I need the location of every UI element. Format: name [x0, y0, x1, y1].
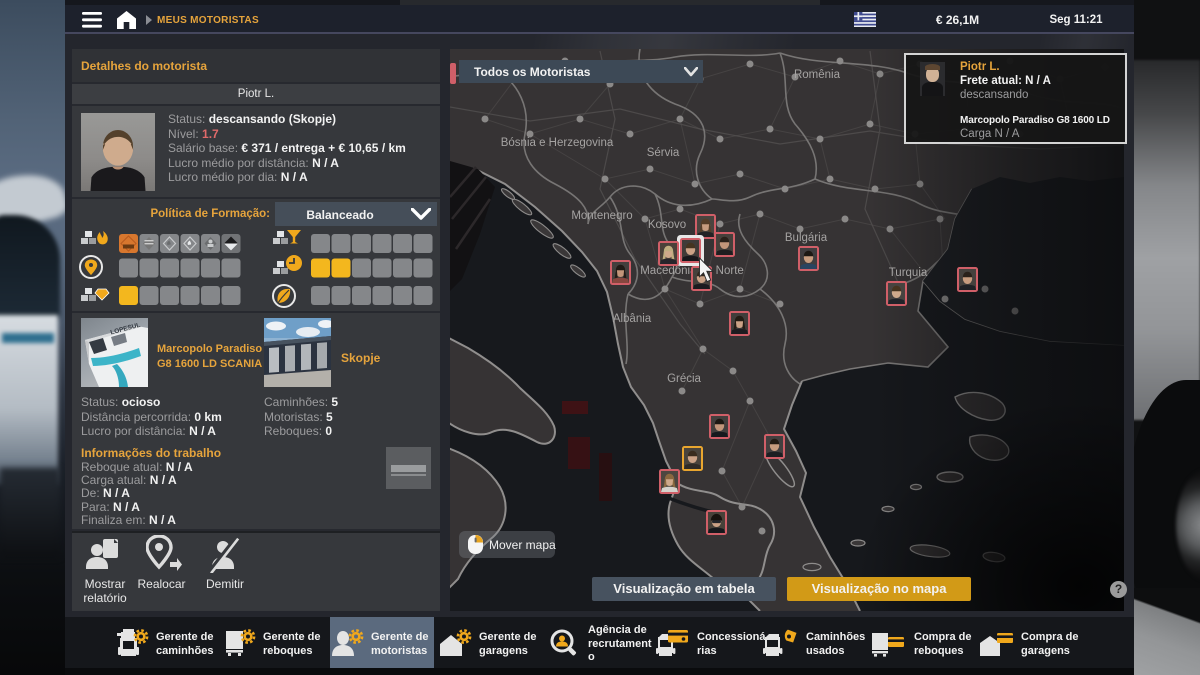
svg-text:Kosovo: Kosovo [648, 219, 686, 231]
svg-text:Montenegro: Montenegro [571, 210, 632, 222]
svg-text:Turquia: Turquia [889, 267, 928, 279]
svg-text:Sérvia: Sérvia [647, 147, 680, 159]
svg-text:Bósnia e Herzegovina: Bósnia e Herzegovina [501, 137, 614, 149]
svg-text:Bulgária: Bulgária [785, 232, 828, 244]
svg-text:Grécia: Grécia [667, 373, 701, 385]
svg-text:Albânia: Albânia [613, 313, 652, 325]
svg-text:Romênia: Romênia [794, 69, 841, 81]
